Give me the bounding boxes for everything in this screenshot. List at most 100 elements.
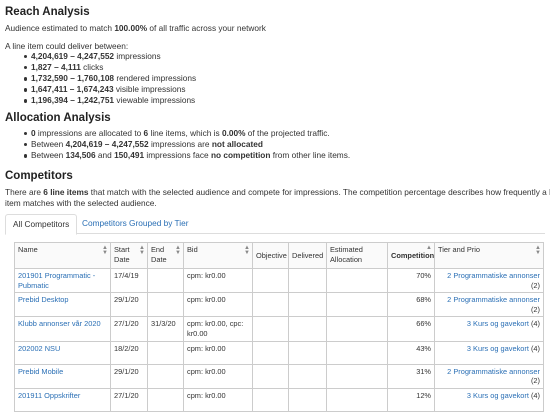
allocation-list: 0 impressions are allocated to 6 line it… [24,128,350,161]
line-item-link[interactable]: 201901 Programmatic - Pubmatic [14,267,111,294]
line-item-link[interactable]: Klubb annonser vår 2020 [14,316,111,342]
objective-cell [252,363,289,389]
start-date-cell: 29/1/20 [110,292,148,318]
line-item-link[interactable]: Prebid Desktop [14,292,111,318]
sort-icon[interactable]: ▲ ▼ [102,245,108,256]
priority: (2) [530,280,540,290]
reach-item: 1,196,394 – 1,242,751 viewable impressio… [24,95,196,106]
sort-icon[interactable]: ▲ ▼ [175,245,181,256]
sort-icon[interactable]: ▲ ▼ [244,245,250,256]
start-date-cell: 27/1/20 [110,316,148,342]
table-header-row: Name ▲ ▼ Start Date ▲ ▼ End Date ▲ ▼ Bid ▲ ▼ Obj… [14,242,544,269]
delivered-cell [288,267,327,294]
tier-cell: 2 Programmatiske annonser (2) [434,292,544,318]
sort-asc-icon[interactable]: ▲ [426,245,432,251]
audience-line: Audience estimated to match 100.00% of a… [5,23,266,33]
tier-link[interactable]: 2 Programmatiske annonser [447,295,540,304]
col-name[interactable]: Name ▲ ▼ [14,242,111,269]
tier-cell: 3 Kurs og gavekort (4) [434,387,544,412]
allocation-cell [326,340,388,365]
priority: (4) [528,390,540,400]
allocation-cell [326,267,388,294]
line-item-link[interactable]: 202002 NSU [14,340,111,365]
col-delivered: Delivered [288,242,327,269]
tier-link[interactable]: 2 Programmatiske annonser [447,271,540,280]
tier-cell: 3 Kurs og gavekort (4) [434,340,544,365]
priority: (4) [528,343,540,353]
competition-cell: 43% [387,340,435,365]
end-date-cell [147,363,184,389]
bid-cell: cpm: kr0.00 [183,267,253,294]
reach-title: Reach Analysis [5,6,90,18]
delivered-cell [288,292,327,318]
start-date-cell: 27/1/20 [110,387,148,412]
allocation-item: Between 4,204,619 – 4,247,552 impression… [24,139,350,150]
end-date-cell: 31/3/20 [147,316,184,342]
col-competition[interactable]: Competition ▲ [387,242,435,269]
objective-cell [252,387,289,412]
audience-pct: 100.00% [114,23,148,33]
objective-cell [252,316,289,342]
sort-icon[interactable]: ▲ ▼ [139,245,145,256]
table-row: 201911 Oppskrifter 27/1/20 cpm: kr0.00 12% 3… [14,387,544,412]
tier-link[interactable]: 3 Kurs og gavekort [467,391,529,400]
end-date-cell [147,340,184,365]
allocation-cell [326,316,388,342]
table-row: 201901 Programmatic - Pubmatic 17/4/19 cpm… [14,267,544,294]
table-row: Prebid Desktop 29/1/20 cpm: kr0.00 68% 2 Pro… [14,292,544,318]
col-end-date[interactable]: End Date ▲ ▼ [147,242,184,269]
tier-cell: 2 Programmatiske annonser (2) [434,363,544,389]
tier-link[interactable]: 2 Programmatiske annonser [447,367,540,376]
competitors-desc-2: item matches with the selected audience. [5,198,157,208]
bid-cell: cpm: kr0.00 [183,363,253,389]
col-estimated-allocation: Estimated Allocation [326,242,388,269]
delivered-cell [288,316,327,342]
tier-link[interactable]: 3 Kurs og gavekort [467,319,529,328]
reach-item: 1,827 – 4,111 clicks [24,62,196,73]
col-bid[interactable]: Bid ▲ ▼ [183,242,253,269]
allocation-item: 0 impressions are allocated to 6 line it… [24,128,350,139]
tier-link[interactable]: 3 Kurs og gavekort [467,344,529,353]
forecast-page: Reach Analysis Audience estimated to mat… [0,0,550,413]
delivered-cell [288,340,327,365]
col-tier-and-prio[interactable]: Tier and Prio ▲ ▼ [434,242,544,269]
line-item-link[interactable]: Prebid Mobile [14,363,111,389]
end-date-cell [147,292,184,318]
objective-cell [252,340,289,365]
competitors-table: Name ▲ ▼ Start Date ▲ ▼ End Date ▲ ▼ Bid ▲ ▼ Obj… [14,242,544,412]
allocation-cell [326,387,388,412]
sort-icon[interactable]: ▲ ▼ [535,245,541,256]
col-start-date[interactable]: Start Date ▲ ▼ [110,242,148,269]
competition-cell: 31% [387,363,435,389]
start-date-cell: 18/2/20 [110,340,148,365]
end-date-cell [147,267,184,294]
tier-cell: 3 Kurs og gavekort (4) [434,316,544,342]
objective-cell [252,292,289,318]
allocation-cell [326,363,388,389]
line-item-link[interactable]: 201911 Oppskrifter [14,387,111,412]
allocation-cell [326,292,388,318]
delivered-cell [288,387,327,412]
tier-cell: 2 Programmatiske annonser (2) [434,267,544,294]
bid-cell: cpm: kr0.00 [183,292,253,318]
competition-cell: 12% [387,387,435,412]
table-row: Prebid Mobile 29/1/20 cpm: kr0.00 31% 2 Prog… [14,363,544,389]
bid-cell: cpm: kr0.00 [183,387,253,412]
table-row: Klubb annonser vår 2020 27/1/20 31/3/20 cpm… [14,316,544,342]
competitors-title: Competitors [5,170,73,182]
col-objective: Objective [252,242,289,269]
reach-item: 4,204,619 – 4,247,552 impressions [24,51,196,62]
competition-cell: 70% [387,267,435,294]
priority: (4) [528,319,540,329]
tab-competitors-grouped-by-tier[interactable]: Competitors Grouped by Tier [75,214,196,232]
table-row: 202002 NSU 18/2/20 cpm: kr0.00 43% 3 Kurs og… [14,340,544,365]
priority: (2) [530,304,540,314]
deliver-intro: A line item could deliver between: [5,41,129,51]
tab-all-competitors[interactable]: All Competitors [5,214,78,235]
delivered-cell [288,363,327,389]
start-date-cell: 17/4/19 [110,267,148,294]
bid-cell: cpm: kr0.00, cpc: kr0.00 [183,316,253,342]
bid-cell: cpm: kr0.00 [183,340,253,365]
priority: (2) [530,376,540,386]
end-date-cell [147,387,184,412]
